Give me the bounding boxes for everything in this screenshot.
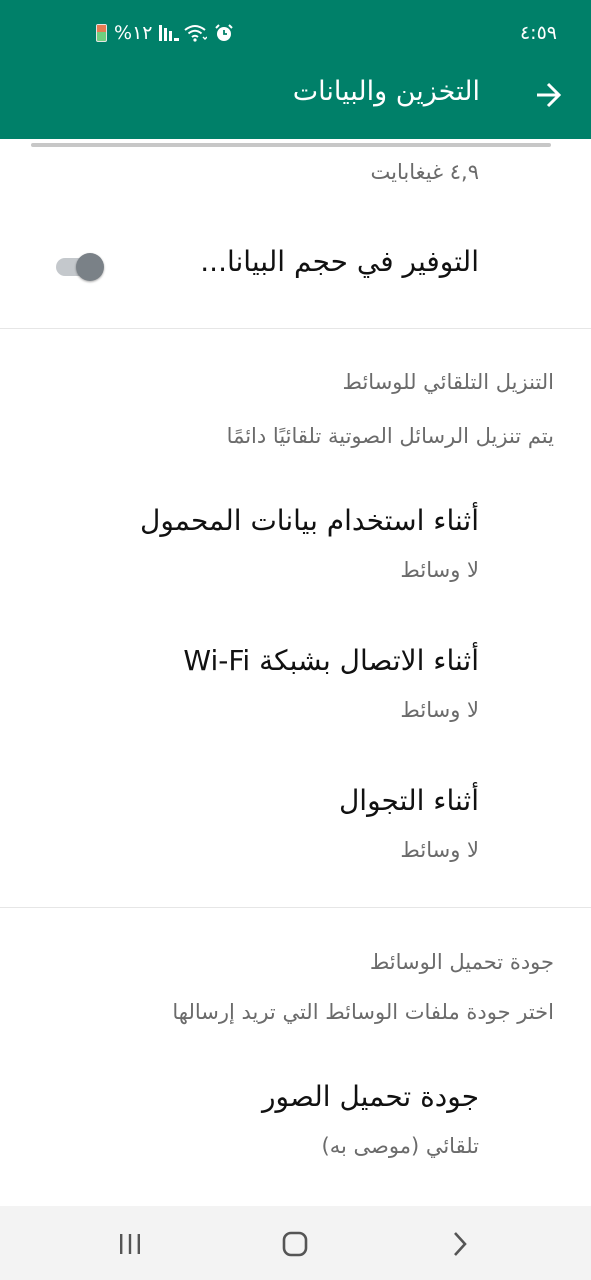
battery-percent: %١٢ (114, 22, 153, 44)
status-time: ٤:٥٩ (519, 22, 557, 44)
back-nav-button[interactable] (440, 1226, 480, 1262)
row-title: أثناء استخدام بيانات المحمول (139, 504, 479, 537)
back-button[interactable] (533, 78, 563, 112)
section-desc-upload-quality: اختر جودة ملفات الوسائط التي تريد إرساله… (172, 1000, 554, 1024)
auto-download-wifi-row[interactable]: أثناء الاتصال بشبكة Wi-Fi لا وسائط (0, 630, 591, 740)
row-title: أثناء الاتصال بشبكة Wi-Fi (183, 644, 479, 677)
divider (0, 328, 591, 329)
recent-apps-button[interactable] (110, 1226, 150, 1262)
data-saver-row[interactable]: التوفير في حجم البيانا... (0, 220, 591, 310)
arrow-back-icon (537, 82, 562, 108)
auto-download-mobile-row[interactable]: أثناء استخدام بيانات المحمول لا وسائط (0, 490, 591, 600)
data-saver-label: التوفير في حجم البيانا... (200, 245, 479, 278)
system-nav-bar (0, 1206, 591, 1280)
auto-download-roaming-row[interactable]: أثناء التجوال لا وسائط (0, 770, 591, 880)
page-title: التخزين والبيانات (292, 76, 480, 107)
section-desc-auto-download: يتم تنزيل الرسائل الصوتية تلقائيًا دائمً… (226, 424, 554, 448)
row-value: لا وسائط (400, 838, 479, 862)
wifi-icon (184, 25, 208, 42)
row-value: تلقائي (موصى به) (321, 1134, 479, 1158)
data-saver-switch[interactable] (56, 253, 106, 281)
home-icon (282, 1231, 308, 1257)
recent-apps-icon (120, 1234, 140, 1254)
status-icons: %١٢ (96, 22, 234, 44)
row-title: أثناء التجوال (338, 784, 479, 817)
row-value: لا وسائط (400, 558, 479, 582)
section-title-auto-download: التنزيل التلقائي للوسائط (342, 370, 554, 394)
home-button[interactable] (275, 1226, 315, 1262)
row-value: لا وسائط (400, 698, 479, 722)
app-header: ٤:٥٩ %١٢ التخزين والبيانات (0, 0, 591, 139)
alarm-icon (215, 24, 234, 41)
signal-icon (159, 25, 177, 41)
clipped-row-text (31, 139, 551, 151)
chevron-back-icon (454, 1232, 467, 1256)
status-bar: ٤:٥٩ %١٢ (0, 18, 591, 48)
network-usage-size[interactable]: ٤,٩ غيغابايت (371, 160, 479, 184)
row-title: جودة تحميل الصور (262, 1080, 479, 1113)
battery-icon (96, 24, 107, 42)
photo-upload-quality-row[interactable]: جودة تحميل الصور تلقائي (موصى به) (0, 1066, 591, 1176)
switch-knob (76, 253, 104, 281)
divider (0, 907, 591, 908)
section-title-upload-quality: جودة تحميل الوسائط (369, 950, 554, 974)
